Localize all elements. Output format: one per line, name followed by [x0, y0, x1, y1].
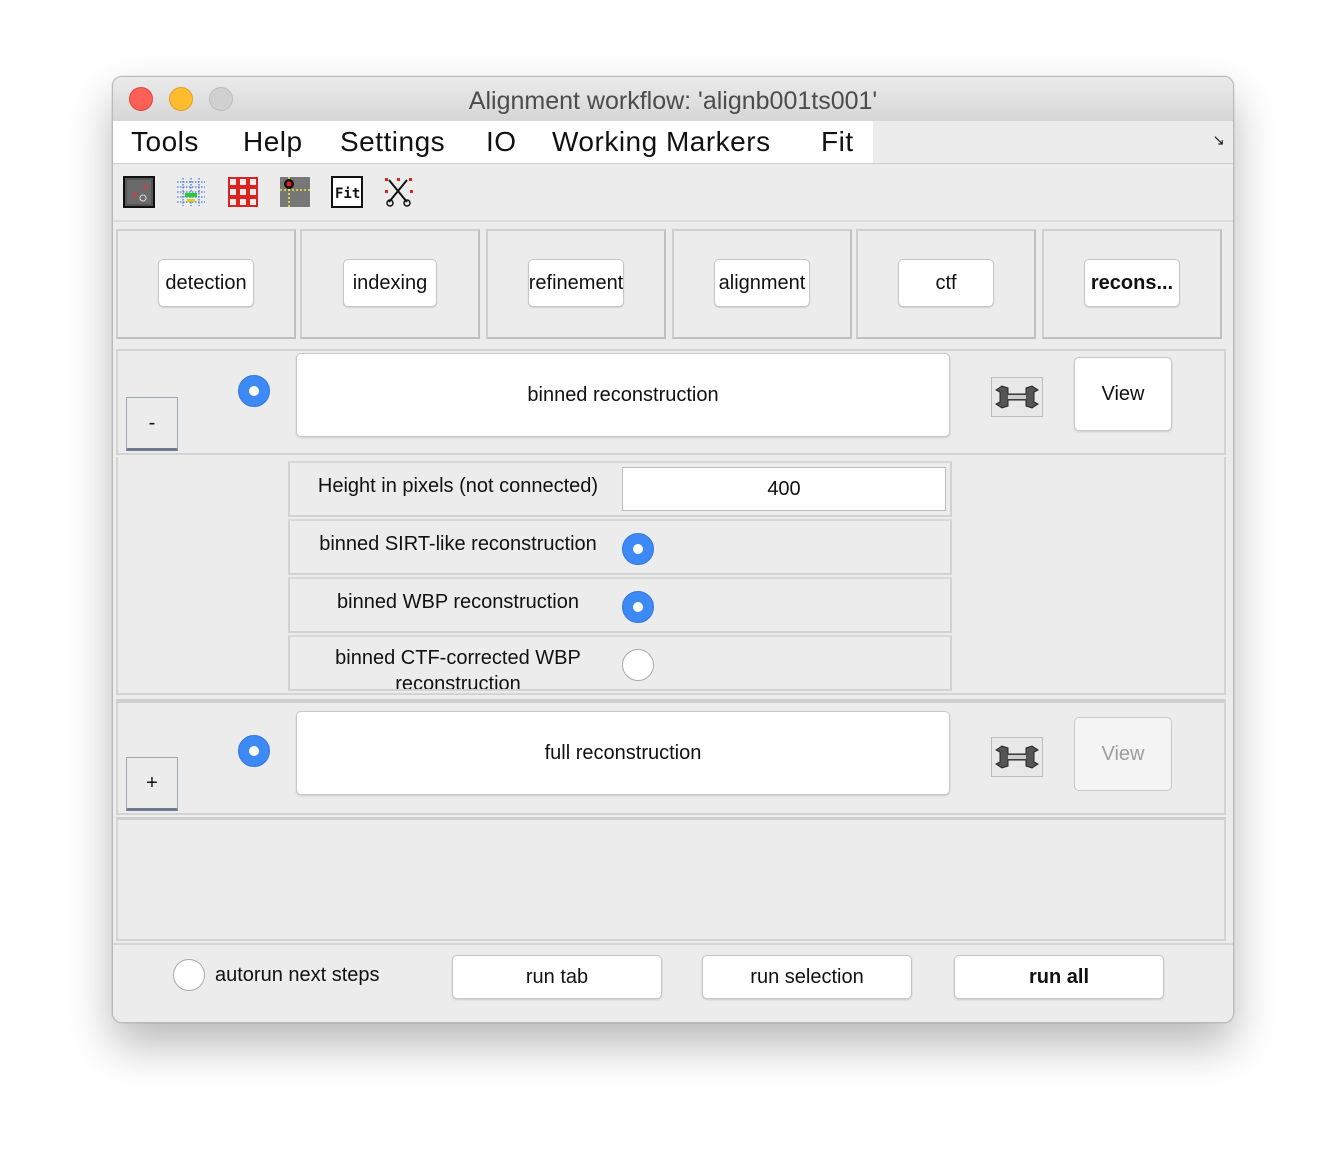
ctf-wbp-label: binned CTF-corrected WBP reconstruction — [335, 647, 581, 691]
tab-cell-detection: detection — [116, 229, 296, 339]
binned-params-table: Height in pixels (not connected) 400 bin… — [288, 461, 954, 693]
fit-icon[interactable]: Fit — [331, 176, 363, 208]
menu-help[interactable]: Help — [243, 126, 303, 158]
tab-detection[interactable]: detection — [158, 259, 254, 307]
full-reconstruction-radio[interactable] — [238, 735, 270, 767]
empty-workflow-area — [116, 817, 1226, 941]
binned-view-button[interactable]: View — [1074, 357, 1172, 431]
sirt-radio[interactable] — [622, 533, 654, 565]
ctf-wbp-row: binned CTF-corrected WBP reconstruction — [288, 635, 952, 691]
wbp-row: binned WBP reconstruction — [288, 577, 952, 633]
toolbar: + + Fit — [113, 164, 1233, 222]
ctf-wbp-radio[interactable] — [622, 649, 654, 681]
workflow-tabs: detection indexing refinement alignment … — [116, 229, 1228, 341]
tab-ctf[interactable]: ctf — [898, 259, 994, 307]
scissors-markers-icon[interactable] — [383, 176, 415, 208]
window-title: Alignment workflow: 'alignb001ts001' — [468, 87, 878, 115]
binned-reconstruction-button[interactable]: binned reconstruction — [296, 353, 950, 437]
resize-arrow-icon[interactable]: ↘ — [1212, 131, 1225, 149]
full-reconstruction-panel: + full reconstruction View — [116, 699, 1226, 815]
autorun-label: autorun next steps — [215, 964, 380, 986]
menu-tools[interactable]: Tools — [131, 126, 199, 158]
autorun-radio[interactable] — [173, 959, 205, 991]
height-input[interactable]: 400 — [622, 467, 946, 511]
marker-point-icon[interactable] — [279, 176, 311, 208]
wrench-icon — [995, 745, 1039, 769]
tab-indexing[interactable]: indexing — [343, 259, 437, 307]
tab-alignment[interactable]: alignment — [714, 259, 810, 307]
tab-cell-reconstruction: recons... — [1042, 229, 1222, 339]
collapse-binned-button[interactable]: - — [126, 397, 178, 451]
binned-reconstruction-panel: - binned reconstruction View — [116, 349, 1226, 455]
binned-settings-wrench-button[interactable] — [991, 377, 1043, 417]
menu-settings[interactable]: Settings — [340, 126, 445, 158]
menu-fit[interactable]: Fit — [821, 126, 854, 158]
menu-bar: Tools Help Settings IO Working Markers F… — [113, 121, 1233, 164]
tab-cell-alignment: alignment — [672, 229, 852, 339]
title-bar[interactable]: Alignment workflow: 'alignb001ts001' — [113, 77, 1233, 122]
footer-bar: autorun next steps run tab run selection… — [113, 943, 1233, 1022]
tab-cell-ctf: ctf — [856, 229, 1036, 339]
svg-text:+: + — [131, 190, 139, 201]
marker-grid-icon[interactable] — [175, 176, 207, 208]
tab-cell-indexing: indexing — [300, 229, 480, 339]
sirt-label: binned SIRT-like reconstruction — [319, 533, 597, 555]
wbp-label: binned WBP reconstruction — [337, 591, 579, 613]
marker-image-icon[interactable]: + + — [123, 176, 155, 208]
sirt-row: binned SIRT-like reconstruction — [288, 519, 952, 575]
height-row: Height in pixels (not connected) 400 — [288, 461, 952, 517]
red-grid-icon[interactable] — [227, 176, 259, 208]
expand-full-button[interactable]: + — [126, 757, 178, 811]
run-all-button[interactable]: run all — [954, 955, 1164, 999]
menu-working-markers[interactable]: Working Markers — [552, 126, 771, 158]
height-label: Height in pixels (not connected) — [317, 475, 599, 497]
svg-text:+: + — [141, 182, 149, 193]
tab-cell-refinement: refinement — [486, 229, 666, 339]
tab-refinement[interactable]: refinement — [528, 259, 624, 307]
menu-io[interactable]: IO — [486, 126, 517, 158]
full-reconstruction-button[interactable]: full reconstruction — [296, 711, 950, 795]
alignment-workflow-window: Alignment workflow: 'alignb001ts001' Too… — [112, 76, 1234, 1023]
run-selection-button[interactable]: run selection — [702, 955, 912, 999]
wrench-icon — [995, 385, 1039, 409]
tab-reconstruction[interactable]: recons... — [1084, 259, 1180, 307]
svg-text:Fit: Fit — [335, 186, 360, 202]
wbp-radio[interactable] — [622, 591, 654, 623]
full-settings-wrench-button[interactable] — [991, 737, 1043, 777]
run-tab-button[interactable]: run tab — [452, 955, 662, 999]
full-view-button: View — [1074, 717, 1172, 791]
binned-reconstruction-radio[interactable] — [238, 375, 270, 407]
